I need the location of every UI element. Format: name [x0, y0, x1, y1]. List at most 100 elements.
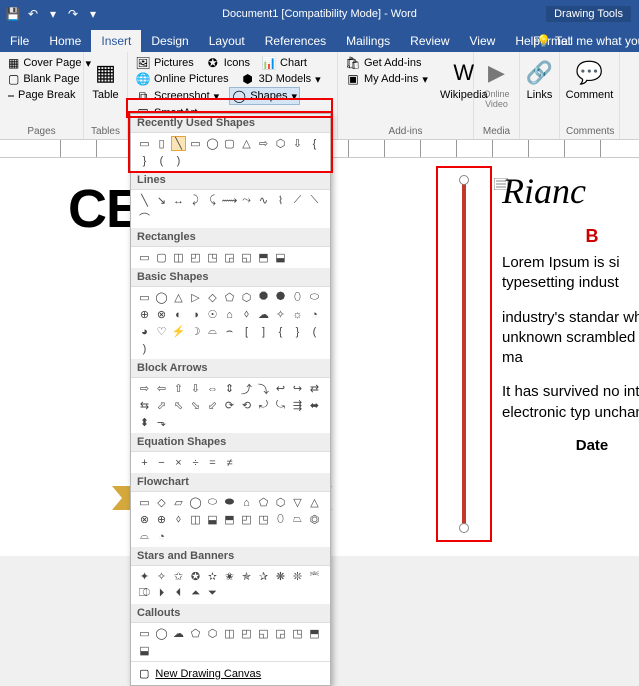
shape-star[interactable]: ⇩	[290, 136, 305, 151]
shape-b20[interactable]: ✧	[273, 307, 288, 322]
shape-textbox-vert[interactable]: ▯	[154, 136, 169, 151]
shape-b16[interactable]: ☉	[205, 307, 220, 322]
shape-r9[interactable]: ⬓	[273, 250, 288, 265]
undo-icon[interactable]: ↶	[24, 5, 42, 23]
shape-c7[interactable]: ◰	[239, 626, 254, 641]
shape-c8[interactable]: ◱	[256, 626, 271, 641]
shape-a14[interactable]: ⬁	[171, 398, 186, 413]
shape-f13[interactable]: ⊕	[154, 512, 169, 527]
shape-b13[interactable]: ⊗	[154, 307, 169, 322]
shape-b6[interactable]: ⬠	[222, 290, 237, 305]
shape-r5[interactable]: ◳	[205, 250, 220, 265]
shape-b32[interactable]: }	[290, 324, 305, 339]
screenshot-button[interactable]: ⧉Screenshot▾	[134, 87, 221, 105]
shape-f2[interactable]: ◇	[154, 495, 169, 510]
shape-roundrect[interactable]: ▢	[222, 136, 237, 151]
shape-a21[interactable]: ⇶	[290, 398, 305, 413]
shape-a5[interactable]: ⇔	[205, 381, 220, 396]
shape-b22[interactable]: ◔	[307, 307, 322, 322]
shape-s3[interactable]: ✩	[171, 569, 186, 584]
drawn-line-shape[interactable]	[462, 180, 466, 528]
shape-b33[interactable]: (	[307, 324, 322, 339]
shape-b23[interactable]: ◕	[137, 324, 152, 339]
shape-a15[interactable]: ⬂	[188, 398, 203, 413]
shape-s15[interactable]: ⏶	[188, 586, 203, 601]
tab-view[interactable]: View	[460, 30, 506, 52]
shape-arrow[interactable]: ⇨	[256, 136, 271, 151]
shape-a8[interactable]: ⤵	[256, 381, 271, 396]
shape-a23[interactable]: ⬍	[137, 415, 152, 430]
icons-button[interactable]: ✪Icons	[204, 55, 252, 71]
links-button[interactable]: 🔗Links	[526, 55, 553, 105]
shape-f9[interactable]: ⬡	[273, 495, 288, 510]
shape-textbox[interactable]: ▭	[137, 136, 152, 151]
shape-b3[interactable]: △	[171, 290, 186, 305]
shape-line12[interactable]: ⌒	[137, 210, 152, 225]
shape-b18[interactable]: ⬨	[239, 307, 254, 322]
shape-f12[interactable]: ⊗	[137, 512, 152, 527]
shape-line10[interactable]: ⟋	[290, 193, 305, 208]
shape-triangle[interactable]: △	[239, 136, 254, 151]
shape-e4[interactable]: ÷	[188, 455, 203, 470]
shape-f22[interactable]: ⏣	[307, 512, 322, 527]
shape-c1[interactable]: ▭	[137, 626, 152, 641]
shape-a22[interactable]: ⬌	[307, 398, 322, 413]
shape-s10[interactable]: ❊	[290, 569, 305, 584]
tab-insert[interactable]: Insert	[91, 30, 141, 52]
online-pictures-button[interactable]: 🌐Online Pictures	[134, 71, 231, 87]
shape-f18[interactable]: ◰	[239, 512, 254, 527]
shape-c5[interactable]: ⬡	[205, 626, 220, 641]
shape-b30[interactable]: ]	[256, 324, 271, 339]
new-canvas-button[interactable]: ▢ New Drawing Canvas	[131, 661, 330, 685]
shape-s4[interactable]: ✪	[188, 569, 203, 584]
shape-c12[interactable]: ⬓	[137, 643, 152, 658]
shape-a1[interactable]: ⇨	[137, 381, 152, 396]
comment-button[interactable]: 💬Comment	[566, 55, 613, 105]
shape-line4[interactable]: ⤸	[188, 193, 203, 208]
shape-oval[interactable]: ◯	[205, 136, 220, 151]
chart-button[interactable]: 📊Chart	[260, 55, 309, 71]
shape-b2[interactable]: ◯	[154, 290, 169, 305]
shape-c2[interactable]: ◯	[154, 626, 169, 641]
shape-a17[interactable]: ⟳	[222, 398, 237, 413]
shape-s1[interactable]: ✦	[137, 569, 152, 584]
shape-a6[interactable]: ⇕	[222, 381, 237, 396]
shape-b34[interactable]: )	[137, 341, 152, 356]
shape-s5[interactable]: ✫	[205, 569, 220, 584]
shape-f24[interactable]: ◔	[154, 529, 169, 544]
shape-line6[interactable]: ⟿	[222, 193, 237, 208]
shape-s14[interactable]: ⏴	[171, 586, 186, 601]
shape-b10[interactable]: ⬯	[290, 290, 305, 305]
shape-hex[interactable]: ⬡	[273, 136, 288, 151]
tab-review[interactable]: Review	[400, 30, 459, 52]
shape-b21[interactable]: ☼	[290, 307, 305, 322]
shape-f15[interactable]: ◫	[188, 512, 203, 527]
tab-home[interactable]: Home	[39, 30, 91, 52]
shape-r8[interactable]: ⬒	[256, 250, 271, 265]
shape-b27[interactable]: ⌓	[205, 324, 220, 339]
shape-f19[interactable]: ◳	[256, 512, 271, 527]
shape-s16[interactable]: ⏷	[205, 586, 220, 601]
tab-layout[interactable]: Layout	[199, 30, 255, 52]
shape-f8[interactable]: ⬠	[256, 495, 271, 510]
shape-a9[interactable]: ↩	[273, 381, 288, 396]
shape-b14[interactable]: ◐	[171, 307, 186, 322]
tell-me[interactable]: 💡Tell me what you wa	[530, 30, 639, 52]
shape-f14[interactable]: ⬨	[171, 512, 186, 527]
shape-a10[interactable]: ↪	[290, 381, 305, 396]
save-icon[interactable]: 💾	[4, 5, 22, 23]
shape-r7[interactable]: ◱	[239, 250, 254, 265]
shape-line11[interactable]: ⟍	[307, 193, 322, 208]
qat-down-icon[interactable]: ▾	[44, 5, 62, 23]
shape-line7[interactable]: ⤳	[239, 193, 254, 208]
shape-s2[interactable]: ✧	[154, 569, 169, 584]
shape-c6[interactable]: ◫	[222, 626, 237, 641]
shape-s6[interactable]: ✬	[222, 569, 237, 584]
shape-c3[interactable]: ☁	[171, 626, 186, 641]
shape-b24[interactable]: ♡	[154, 324, 169, 339]
shape-f7[interactable]: ⌂	[239, 495, 254, 510]
shape-s12[interactable]: ⎄	[137, 586, 152, 601]
shape-b26[interactable]: ☽	[188, 324, 203, 339]
tab-references[interactable]: References	[255, 30, 336, 52]
customize-icon[interactable]: ▾	[84, 5, 102, 23]
